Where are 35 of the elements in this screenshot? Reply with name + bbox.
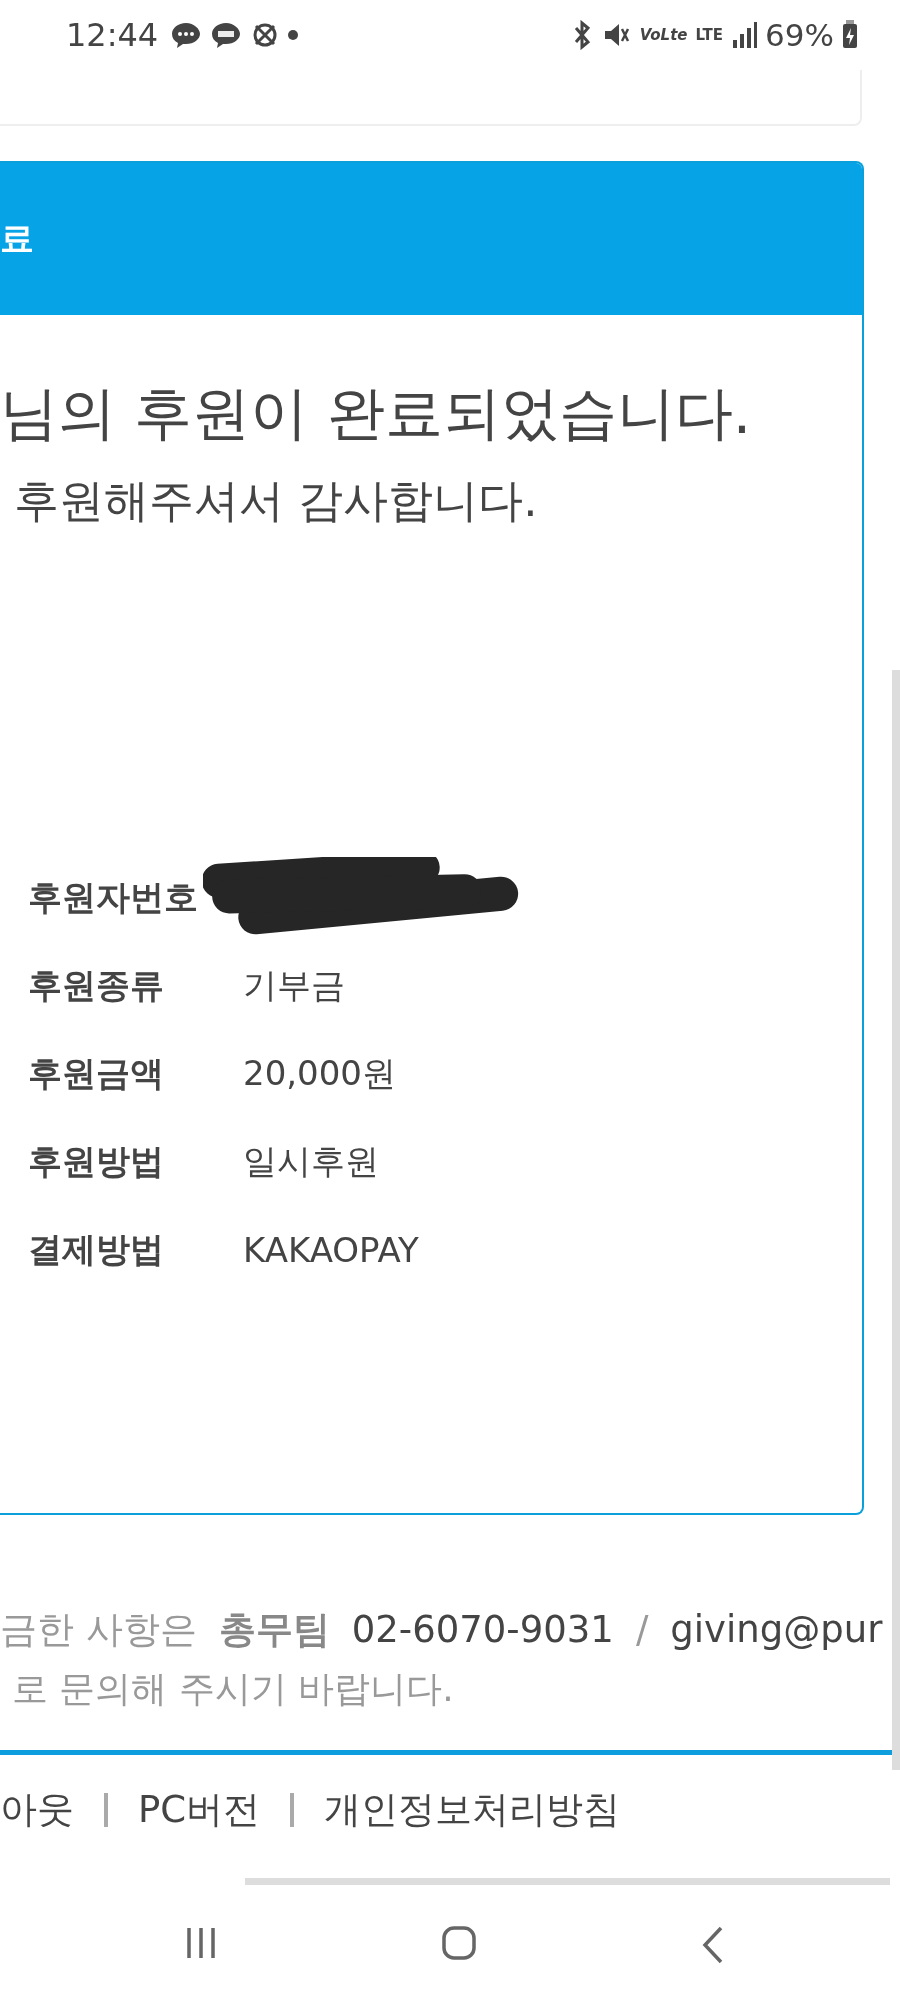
volte-label: VoLte (639, 26, 688, 44)
home-icon[interactable] (441, 1925, 477, 1961)
contact-text: 로 문의해 주시기 바랍니다. (12, 1667, 455, 1711)
recent-apps-icon[interactable] (185, 1925, 217, 1961)
separator-bar (104, 1793, 108, 1827)
field-value: KAKAOPAY (243, 1230, 419, 1270)
field-label: 결제방법 (28, 1228, 165, 1271)
field-label: 후원방법 (28, 1140, 165, 1183)
signal-icon (731, 20, 758, 50)
battery-percent: 69% (765, 17, 834, 53)
field-label: 후원자번호 (28, 876, 199, 919)
field-value: 기부금 (243, 964, 345, 1007)
chat-bubble-icon (170, 20, 203, 50)
footer-link[interactable]: PC버전 (138, 1785, 261, 1835)
field-label: 후원종류 (28, 964, 165, 1007)
field-value: 일시후원 (243, 1140, 379, 1183)
team-name: 총무팀 (218, 1607, 330, 1653)
dot-icon (288, 30, 299, 40)
contact-text: 금한 사항은 (0, 1607, 197, 1653)
separator-bar (290, 1793, 295, 1827)
contact-detail: 02-6070-9031 (351, 1608, 614, 1651)
footer-link[interactable]: 개인정보처리방침 (324, 1785, 621, 1835)
contact-detail: giving@pur (670, 1608, 883, 1651)
field-label: 후원금액 (28, 1052, 165, 1095)
network-type: LTE (695, 26, 724, 44)
footer-link[interactable]: 아웃 (0, 1785, 74, 1835)
header-title: 료 (0, 217, 34, 260)
thanks-message: 후원해주셔서 감사합니다. (14, 473, 539, 529)
battery-icon (842, 20, 858, 50)
back-icon[interactable] (701, 1925, 725, 1965)
talk-bubble-icon (210, 20, 243, 50)
completion-message: 님의 후원이 완료되었습니다. (0, 378, 753, 449)
contact-text: / (635, 1608, 649, 1651)
field-value: 20,000원 (243, 1052, 396, 1095)
clock-time: 12:44 (66, 16, 159, 54)
